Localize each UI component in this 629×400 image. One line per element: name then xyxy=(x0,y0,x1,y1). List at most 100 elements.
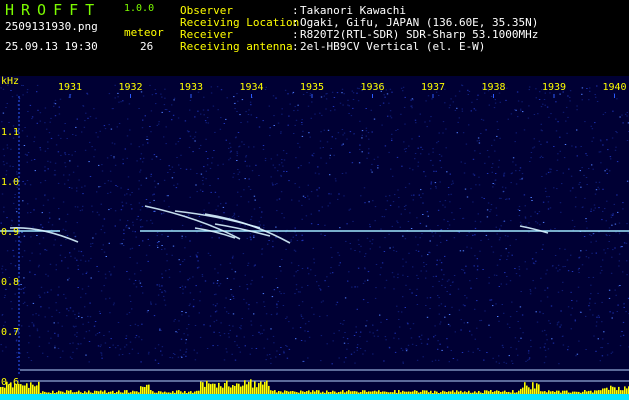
noise-speck xyxy=(290,240,292,242)
noise-speck xyxy=(608,241,610,242)
level-bar xyxy=(80,392,82,394)
noise-speck xyxy=(226,351,228,353)
noise-speck xyxy=(236,335,238,337)
noise-speck xyxy=(236,204,238,206)
noise-speck xyxy=(147,238,149,240)
noise-speck xyxy=(448,314,451,315)
noise-speck xyxy=(567,306,570,308)
noise-speck xyxy=(488,276,490,278)
level-bar xyxy=(258,383,260,394)
noise-speck xyxy=(493,274,496,276)
noise-speck xyxy=(270,357,272,359)
noise-speck xyxy=(435,275,437,277)
noise-speck xyxy=(439,343,441,345)
noise-speck xyxy=(301,124,303,125)
noise-speck xyxy=(229,142,231,144)
noise-speck xyxy=(476,258,478,260)
noise-speck xyxy=(434,334,437,336)
noise-speck xyxy=(272,240,274,242)
noise-speck xyxy=(626,223,628,225)
level-bar xyxy=(28,387,30,394)
noise-speck xyxy=(327,129,330,131)
noise-speck xyxy=(550,113,552,115)
noise-speck xyxy=(344,332,346,333)
noise-speck xyxy=(369,248,371,250)
noise-speck xyxy=(108,93,111,95)
time-tick-label: 1932 xyxy=(118,82,142,93)
noise-speck xyxy=(447,221,449,222)
noise-speck xyxy=(78,312,80,314)
noise-speck xyxy=(521,101,523,103)
noise-speck xyxy=(409,167,411,169)
noise-speck xyxy=(8,122,10,123)
noise-speck xyxy=(380,321,382,323)
noise-speck xyxy=(146,139,148,140)
level-bar xyxy=(48,392,50,394)
noise-speck xyxy=(16,357,18,358)
noise-speck xyxy=(210,191,212,193)
noise-speck xyxy=(185,348,188,350)
noise-speck xyxy=(560,310,562,312)
noise-speck xyxy=(599,272,602,274)
noise-speck xyxy=(522,332,524,334)
noise-speck xyxy=(273,289,276,291)
noise-speck xyxy=(371,131,373,133)
noise-speck xyxy=(474,227,477,229)
noise-speck xyxy=(201,180,204,181)
noise-speck xyxy=(496,264,499,266)
noise-speck xyxy=(288,180,290,182)
noise-speck xyxy=(195,285,197,287)
level-bar xyxy=(136,391,138,394)
noise-speck xyxy=(588,277,590,278)
noise-speck xyxy=(521,173,524,175)
noise-speck xyxy=(94,149,96,151)
noise-speck xyxy=(218,196,220,198)
noise-speck xyxy=(364,255,366,257)
noise-speck xyxy=(151,222,154,224)
noise-speck xyxy=(519,306,522,308)
noise-speck xyxy=(288,321,290,323)
noise-speck xyxy=(501,304,503,305)
level-bar xyxy=(340,391,342,394)
noise-speck xyxy=(64,154,67,156)
level-bar xyxy=(552,391,554,394)
noise-speck xyxy=(592,168,594,170)
noise-speck xyxy=(447,228,449,229)
level-bar xyxy=(112,390,114,394)
noise-speck xyxy=(161,346,164,348)
noise-speck xyxy=(97,345,100,347)
level-bar xyxy=(402,390,404,394)
level-bar xyxy=(312,390,314,394)
noise-speck xyxy=(147,353,150,355)
noise-speck xyxy=(411,98,414,100)
level-bar xyxy=(516,392,518,394)
noise-speck xyxy=(590,235,593,237)
level-bar xyxy=(406,391,408,394)
noise-speck xyxy=(580,146,582,147)
noise-speck xyxy=(585,315,587,317)
noise-speck xyxy=(238,146,240,148)
noise-speck xyxy=(277,122,280,124)
noise-speck xyxy=(352,99,355,100)
noise-speck xyxy=(359,148,361,150)
noise-speck xyxy=(181,224,184,226)
noise-speck xyxy=(132,221,134,223)
noise-speck xyxy=(336,301,339,303)
noise-speck xyxy=(41,226,44,228)
noise-speck xyxy=(129,295,131,297)
noise-speck xyxy=(142,144,144,146)
level-bar xyxy=(620,390,622,394)
level-bar xyxy=(328,392,330,394)
noise-speck xyxy=(96,333,99,334)
noise-speck xyxy=(591,164,593,166)
noise-speck xyxy=(217,178,219,180)
noise-speck xyxy=(27,212,29,214)
noise-speck xyxy=(610,352,612,354)
noise-speck xyxy=(490,95,493,97)
noise-speck xyxy=(612,213,614,215)
noise-speck xyxy=(383,251,386,252)
noise-speck xyxy=(342,336,345,338)
noise-speck xyxy=(208,202,210,204)
noise-speck xyxy=(294,250,297,252)
level-bar xyxy=(590,390,592,394)
